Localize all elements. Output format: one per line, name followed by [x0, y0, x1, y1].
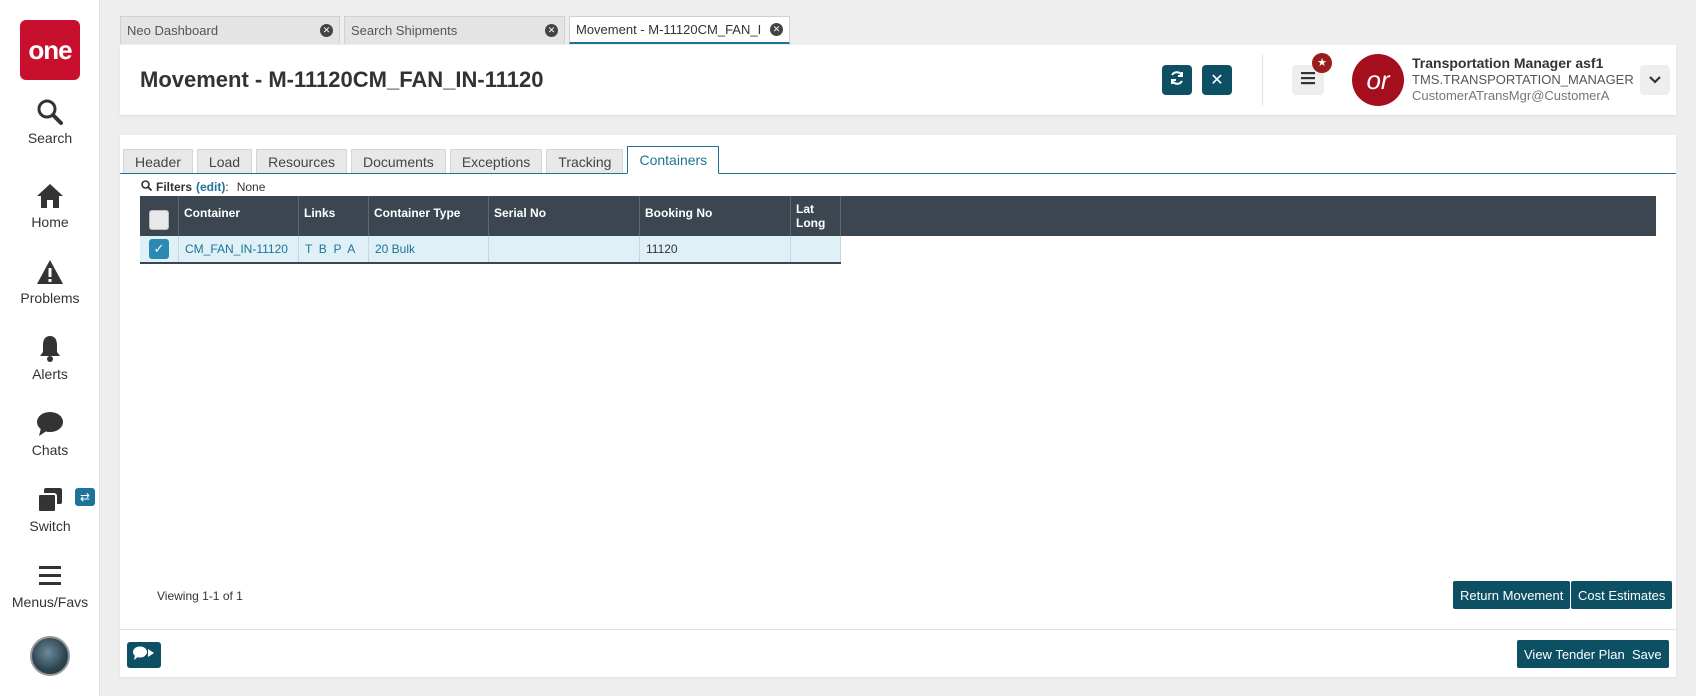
select-all-cell: [140, 196, 179, 236]
subtab-underline: [120, 173, 1676, 174]
app-logo[interactable]: one: [20, 20, 80, 80]
refresh-icon: [1169, 70, 1185, 91]
tab-tracking[interactable]: Tracking: [546, 149, 624, 174]
user-menu-dropdown[interactable]: [1640, 65, 1670, 95]
tab-header[interactable]: Header: [123, 149, 193, 174]
nav-item-home[interactable]: Home: [0, 182, 100, 230]
column-header-serial-no[interactable]: Serial No: [489, 196, 640, 236]
nav-label-alerts: Alerts: [32, 366, 68, 382]
close-icon: ✕: [1210, 72, 1224, 89]
column-header-long: Long: [796, 216, 826, 230]
chat-icon: [132, 645, 156, 666]
nav-label-menus-favs: Menus/Favs: [11, 594, 89, 610]
nav-label-search: Search: [27, 130, 73, 146]
cell-booking-no: 11120: [640, 236, 791, 262]
hamburger-icon: [0, 562, 100, 590]
filters-edit-link[interactable]: (edit): [196, 180, 225, 194]
filters-bar: Filters (edit) : None: [141, 180, 265, 194]
warning-icon: [0, 258, 100, 286]
logo-text: one: [28, 34, 72, 65]
chevron-down-icon: [1649, 71, 1661, 89]
assistant-avatar[interactable]: [30, 636, 70, 676]
nav-label-problems: Problems: [20, 290, 80, 306]
page-title: Movement - M-11120CM_FAN_IN-11120: [140, 67, 544, 92]
divider: [1262, 55, 1263, 105]
user-email: CustomerATransMgr@CustomerA: [1412, 88, 1610, 103]
nav-item-alerts[interactable]: Alerts: [0, 334, 100, 382]
user-avatar[interactable]: or: [1352, 54, 1404, 106]
row-select-cell: ✓: [140, 236, 179, 262]
nav-label-switch: Switch: [29, 518, 71, 534]
return-movement-button[interactable]: Return Movement: [1453, 581, 1571, 609]
tab-label: Movement - M-11120CM_FAN_IN...: [576, 22, 762, 37]
table-row[interactable]: ✓ CM_FAN_IN-11120 T B P A 20 Bulk 11120: [140, 236, 841, 264]
list-icon: [1300, 71, 1316, 90]
filters-label: Filters: [156, 180, 193, 194]
tab-containers[interactable]: Containers: [627, 146, 720, 174]
filters-colon: :: [225, 180, 229, 194]
containers-grid: Container Links Container Type Serial No…: [140, 196, 1656, 264]
user-name: Transportation Manager asf1: [1412, 55, 1604, 71]
close-icon[interactable]: ✕: [320, 24, 333, 37]
footer-divider: [120, 629, 1676, 630]
nav-item-problems[interactable]: Problems: [0, 258, 100, 306]
chat-button[interactable]: [127, 642, 161, 668]
tab-resources[interactable]: Resources: [256, 149, 347, 174]
save-button[interactable]: Save: [1625, 640, 1669, 668]
close-icon[interactable]: ✕: [545, 24, 558, 37]
notification-badge: ★: [1312, 53, 1332, 73]
left-nav: one Search Home Problems Alerts Chats Sw…: [0, 0, 100, 696]
search-icon: [0, 98, 100, 126]
column-header-links[interactable]: Links: [299, 196, 369, 236]
nav-label-home: Home: [31, 214, 69, 230]
column-header-lat: Lat: [796, 202, 814, 216]
cell-lat-long: [791, 236, 841, 262]
user-role: TMS.TRANSPORTATION_MANAGER: [1412, 72, 1634, 87]
tab-movement[interactable]: Movement - M-11120CM_FAN_IN... ✕: [569, 16, 790, 44]
tab-label: Search Shipments: [351, 23, 458, 38]
cell-links[interactable]: T B P A: [299, 236, 369, 262]
search-icon: [141, 180, 153, 194]
select-all-checkbox[interactable]: [149, 210, 169, 230]
refresh-button[interactable]: [1162, 65, 1192, 95]
cell-container[interactable]: CM_FAN_IN-11120: [179, 236, 299, 262]
bell-icon: [0, 334, 100, 362]
cell-serial-no: [489, 236, 640, 262]
column-header-booking-no[interactable]: Booking No: [640, 196, 791, 236]
column-header-container-type[interactable]: Container Type: [369, 196, 489, 236]
cell-container-type[interactable]: 20 Bulk: [369, 236, 489, 262]
grid-header-row: Container Links Container Type Serial No…: [140, 196, 1656, 236]
column-header-lat-long[interactable]: Lat Long: [791, 196, 841, 236]
cost-estimates-button[interactable]: Cost Estimates: [1571, 581, 1673, 609]
filters-value: None: [236, 180, 266, 194]
nav-label-chats: Chats: [31, 442, 69, 458]
view-tender-plan-button[interactable]: View Tender Plan: [1517, 640, 1632, 668]
column-header-container[interactable]: Container: [179, 196, 299, 236]
nav-item-chats[interactable]: Chats: [0, 410, 100, 458]
tab-label: Neo Dashboard: [127, 23, 219, 38]
home-icon: [0, 182, 100, 210]
tab-exceptions[interactable]: Exceptions: [449, 149, 543, 174]
grid-header-filler: [841, 196, 1656, 236]
row-checkbox[interactable]: ✓: [149, 239, 169, 259]
nav-item-search[interactable]: Search: [0, 98, 100, 146]
tab-load[interactable]: Load: [196, 149, 253, 174]
browser-tab-bar: Neo Dashboard ✕ Search Shipments ✕ Movem…: [120, 16, 794, 44]
tab-documents[interactable]: Documents: [351, 149, 446, 174]
close-icon[interactable]: ✕: [770, 23, 783, 36]
chat-icon: [0, 410, 100, 438]
subtab-bar: Header Load Resources Documents Exceptio…: [123, 146, 723, 174]
page-header: Movement - M-11120CM_FAN_IN-11120 ✕ ★ or…: [120, 45, 1676, 115]
tab-search-shipments[interactable]: Search Shipments ✕: [344, 16, 565, 44]
nav-item-menus-favs[interactable]: Menus/Favs: [0, 562, 100, 610]
tab-neo-dashboard[interactable]: Neo Dashboard ✕: [120, 16, 340, 44]
pagination-info: Viewing 1-1 of 1: [157, 589, 243, 603]
close-button[interactable]: ✕: [1202, 65, 1232, 95]
main-panel: Header Load Resources Documents Exceptio…: [120, 135, 1676, 677]
switch-badge[interactable]: ⇄: [75, 488, 95, 506]
